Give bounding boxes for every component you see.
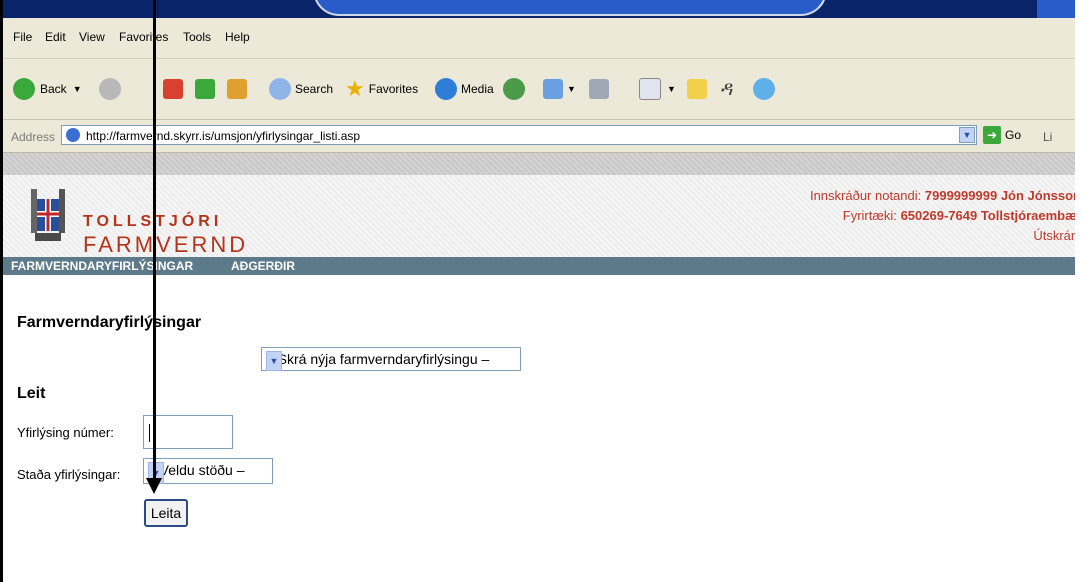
chevron-down-icon[interactable]: ▼ <box>959 127 975 143</box>
window-controls[interactable] <box>1037 0 1075 18</box>
browser-window: File Edit View Favorites Tools Help Back… <box>0 0 1075 582</box>
menu-favorites[interactable]: Favorites <box>119 30 168 44</box>
messenger-icon <box>753 78 775 100</box>
discuss-button[interactable] <box>687 76 707 102</box>
address-bar: Address http://farmvernd.skyrr.is/umsjon… <box>3 120 1075 153</box>
search-submit-button[interactable]: Leita <box>144 499 188 527</box>
menu-view[interactable]: View <box>79 30 105 44</box>
address-input[interactable]: http://farmvernd.skyrr.is/umsjon/yfirlys… <box>61 125 977 145</box>
page-title: Farmverndaryfirlýsingar <box>17 314 202 331</box>
number-label: Yfirlýsing númer: <box>17 425 114 440</box>
menu-tools[interactable]: Tools <box>183 30 211 44</box>
crest-icon <box>31 189 65 241</box>
back-arrow-icon <box>13 78 35 100</box>
messenger-button[interactable] <box>753 76 775 102</box>
logout-link[interactable]: Útskráni <box>1033 228 1075 243</box>
chevron-down-icon: ▼ <box>567 84 576 94</box>
status-select[interactable]: – Veldu stöðu – ▼ <box>143 458 273 484</box>
user-name: Jón Jónsson <box>1000 188 1075 203</box>
history-button[interactable] <box>503 76 525 102</box>
user-id: 7999999999 <box>924 188 998 203</box>
annotation-arrow-head-icon <box>146 478 162 494</box>
home-button[interactable] <box>227 76 247 102</box>
menu-edit[interactable]: Edit <box>45 30 66 44</box>
people-icon: ዳ <box>721 77 734 100</box>
search-icon <box>269 78 291 100</box>
company-id: 650269-7649 <box>900 208 978 223</box>
edit-button[interactable]: ▼ <box>639 76 676 102</box>
nav-item-actions[interactable]: AÐGERÐIR <box>231 259 295 273</box>
forward-arrow-icon <box>99 78 121 100</box>
address-url: http://farmvernd.skyrr.is/umsjon/yfirlys… <box>86 129 361 143</box>
refresh-button[interactable] <box>195 76 215 102</box>
annotation-arrow-line <box>153 0 156 480</box>
text-cursor <box>149 424 150 442</box>
menu-file[interactable]: File <box>13 30 32 44</box>
user-label: Innskráður notandi: <box>809 188 922 203</box>
stop-button[interactable] <box>163 76 183 102</box>
research-button[interactable]: ዳ <box>721 76 734 102</box>
new-declaration-value: – Skrá nýja farmverndaryfirlýsingu – <box>266 351 490 367</box>
chevron-down-icon: ▼ <box>667 84 676 94</box>
note-icon <box>687 79 707 99</box>
history-icon <box>503 78 525 100</box>
nav-bar: FARMVERNDARYFIRLÝSINGAR AÐGERÐIR <box>3 257 1075 275</box>
site-header: TOLLSTJÓRI FARMVERND Innskráður notandi:… <box>3 175 1075 257</box>
page-icon <box>66 128 80 142</box>
mail-button[interactable]: ▼ <box>543 76 576 102</box>
title-pill <box>313 0 827 16</box>
mail-icon <box>543 79 563 99</box>
toolbar: Back ▼ Search ★ Favorites Media ▼ ▼ ዳ <box>3 59 1075 120</box>
print-icon <box>589 79 609 99</box>
print-button[interactable] <box>589 76 609 102</box>
title-bar <box>3 0 1075 18</box>
address-label: Address <box>11 130 56 144</box>
links-label[interactable]: Li <box>1043 130 1052 144</box>
go-button[interactable]: ➜ Go <box>983 126 1021 144</box>
logo-farmvernd: FARMVERND <box>83 232 249 257</box>
new-declaration-select[interactable]: – Skrá nýja farmverndaryfirlýsingu – ▼ <box>261 347 521 371</box>
go-arrow-icon: ➜ <box>983 126 1001 144</box>
go-label: Go <box>1005 128 1022 142</box>
declaration-number-input[interactable] <box>143 415 233 449</box>
forward-button[interactable] <box>99 76 121 102</box>
chevron-down-icon: ▼ <box>72 84 82 94</box>
user-info: Innskráður notandi: 7999999999 Jón Jónss… <box>810 186 1075 246</box>
menu-bar: File Edit View Favorites Tools Help <box>3 18 1075 59</box>
search-button[interactable]: Search <box>269 76 333 102</box>
company-label: Fyrirtæki: <box>842 208 897 223</box>
favorites-label: Favorites <box>368 82 419 96</box>
home-icon <box>227 79 247 99</box>
favorites-button[interactable]: ★ Favorites <box>345 76 418 102</box>
header-stripe <box>3 153 1075 175</box>
media-icon <box>435 78 457 100</box>
search-heading: Leit <box>17 385 46 402</box>
menu-help[interactable]: Help <box>225 30 250 44</box>
media-button[interactable]: Media <box>435 76 494 102</box>
chevron-down-icon[interactable]: ▼ <box>266 351 282 371</box>
word-icon <box>639 78 661 100</box>
back-label: Back <box>40 82 67 96</box>
search-label: Search <box>295 82 334 96</box>
nav-item-declarations[interactable]: FARMVERNDARYFIRLÝSINGAR <box>11 259 193 273</box>
back-button[interactable]: Back ▼ <box>13 76 82 102</box>
stop-icon <box>163 79 183 99</box>
media-label: Media <box>461 82 494 96</box>
star-icon: ★ <box>345 76 365 101</box>
company-name: Tollstjóraembæt <box>980 208 1075 223</box>
refresh-icon <box>195 79 215 99</box>
status-label: Staða yfirlýsingar: <box>17 467 121 482</box>
